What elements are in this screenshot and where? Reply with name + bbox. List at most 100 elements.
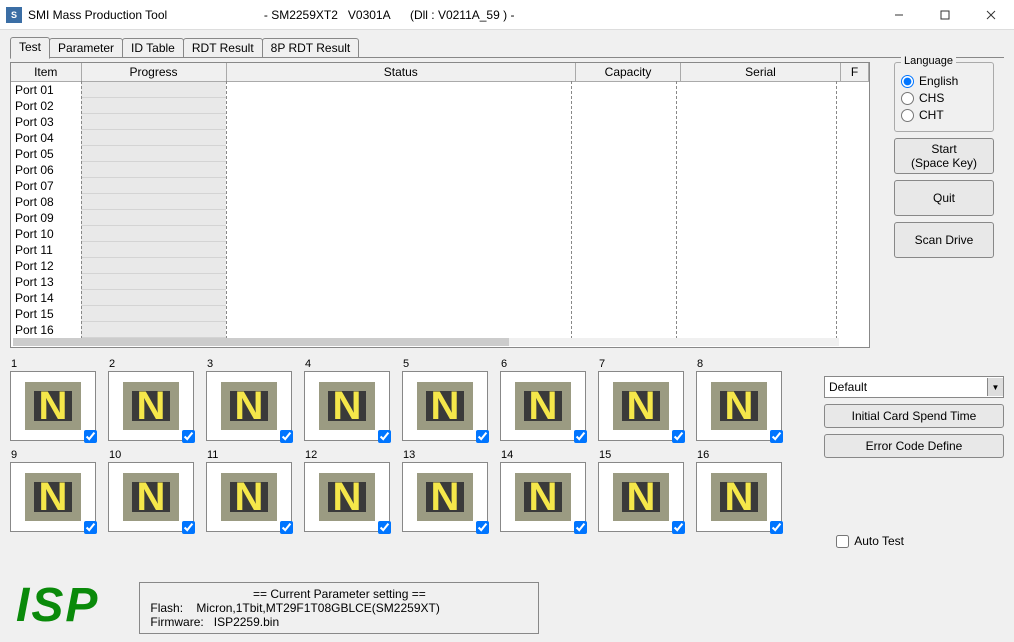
start-button[interactable]: Start (Space Key) bbox=[894, 138, 994, 174]
parameter-box: == Current Parameter setting == Flash: M… bbox=[139, 582, 539, 634]
table-row[interactable]: Port 06 bbox=[11, 162, 869, 178]
port-body[interactable]: N bbox=[696, 371, 782, 441]
port-enable-checkbox[interactable] bbox=[182, 430, 195, 443]
port-body[interactable]: N bbox=[402, 462, 488, 532]
language-label: Language bbox=[901, 55, 956, 67]
cell-f bbox=[841, 322, 869, 338]
close-button[interactable] bbox=[968, 0, 1014, 30]
auto-test-checkbox[interactable] bbox=[836, 535, 849, 548]
tab-parameter[interactable]: Parameter bbox=[49, 38, 123, 58]
tab-test[interactable]: Test bbox=[10, 37, 50, 59]
port-enable-checkbox[interactable] bbox=[84, 521, 97, 534]
table-row[interactable]: Port 07 bbox=[11, 178, 869, 194]
lang-radio-english[interactable] bbox=[901, 75, 914, 88]
port-enable-checkbox[interactable] bbox=[378, 521, 391, 534]
port-body[interactable]: N bbox=[108, 462, 194, 532]
scan-drive-button[interactable]: Scan Drive bbox=[894, 222, 994, 258]
table-row[interactable]: Port 10 bbox=[11, 226, 869, 242]
initial-card-button[interactable]: Initial Card Spend Time bbox=[824, 404, 1004, 428]
table-row[interactable]: Port 02 bbox=[11, 98, 869, 114]
port-body[interactable]: N bbox=[402, 371, 488, 441]
port-enable-checkbox[interactable] bbox=[574, 430, 587, 443]
port-enable-checkbox[interactable] bbox=[280, 430, 293, 443]
port-body[interactable]: N bbox=[10, 462, 96, 532]
error-code-button[interactable]: Error Code Define bbox=[824, 434, 1004, 458]
table-row[interactable]: Port 01 bbox=[11, 82, 869, 98]
port-enable-checkbox[interactable] bbox=[182, 521, 195, 534]
port-enable-checkbox[interactable] bbox=[770, 430, 783, 443]
table-row[interactable]: Port 15 bbox=[11, 306, 869, 322]
port-number: 1 bbox=[10, 358, 96, 370]
port-enable-checkbox[interactable] bbox=[770, 521, 783, 534]
cell-serial bbox=[681, 130, 841, 146]
port-slot-4: 4N bbox=[304, 358, 390, 441]
n-icon: N bbox=[613, 382, 669, 430]
table-row[interactable]: Port 09 bbox=[11, 210, 869, 226]
table-row[interactable]: Port 12 bbox=[11, 258, 869, 274]
cell-serial bbox=[681, 322, 841, 338]
port-enable-checkbox[interactable] bbox=[378, 430, 391, 443]
port-number: 2 bbox=[108, 358, 194, 370]
table-row[interactable]: Port 13 bbox=[11, 274, 869, 290]
table-row[interactable]: Port 05 bbox=[11, 146, 869, 162]
col-f[interactable]: F bbox=[841, 63, 869, 82]
port-body[interactable]: N bbox=[500, 371, 586, 441]
col-serial[interactable]: Serial bbox=[681, 63, 841, 82]
lang-radio-chs[interactable] bbox=[901, 92, 914, 105]
col-capacity[interactable]: Capacity bbox=[576, 63, 681, 82]
port-body[interactable]: N bbox=[206, 462, 292, 532]
cell-f bbox=[841, 178, 869, 194]
cell-item: Port 12 bbox=[11, 258, 81, 274]
table-row[interactable]: Port 11 bbox=[11, 242, 869, 258]
port-body[interactable]: N bbox=[696, 462, 782, 532]
port-enable-checkbox[interactable] bbox=[84, 430, 97, 443]
port-enable-checkbox[interactable] bbox=[574, 521, 587, 534]
table-row[interactable]: Port 08 bbox=[11, 194, 869, 210]
port-body[interactable]: N bbox=[500, 462, 586, 532]
minimize-button[interactable] bbox=[876, 0, 922, 30]
port-slot-2: 2N bbox=[108, 358, 194, 441]
col-progress[interactable]: Progress bbox=[81, 63, 226, 82]
quit-button[interactable]: Quit bbox=[894, 180, 994, 216]
port-number: 3 bbox=[206, 358, 292, 370]
cell-f bbox=[841, 226, 869, 242]
table-row[interactable]: Port 03 bbox=[11, 114, 869, 130]
cell-f bbox=[841, 162, 869, 178]
port-enable-checkbox[interactable] bbox=[672, 521, 685, 534]
port-enable-checkbox[interactable] bbox=[280, 521, 293, 534]
table-row[interactable]: Port 04 bbox=[11, 130, 869, 146]
cell-capacity bbox=[576, 98, 681, 114]
lang-radio-cht[interactable] bbox=[901, 109, 914, 122]
tab-rdt-result[interactable]: RDT Result bbox=[183, 38, 263, 58]
port-body[interactable]: N bbox=[206, 371, 292, 441]
port-slot-10: 10N bbox=[108, 449, 194, 532]
port-body[interactable]: N bbox=[10, 371, 96, 441]
n-icon: N bbox=[711, 473, 767, 521]
port-body[interactable]: N bbox=[598, 371, 684, 441]
port-body[interactable]: N bbox=[598, 462, 684, 532]
isp-logo: ISP bbox=[16, 582, 99, 630]
tab-8p-rdt-result[interactable]: 8P RDT Result bbox=[262, 38, 360, 58]
port-number: 6 bbox=[500, 358, 586, 370]
cell-serial bbox=[681, 306, 841, 322]
h-scroll[interactable] bbox=[13, 338, 839, 346]
port-enable-checkbox[interactable] bbox=[476, 430, 489, 443]
port-number: 8 bbox=[696, 358, 782, 370]
col-status[interactable]: Status bbox=[226, 63, 576, 82]
port-body[interactable]: N bbox=[304, 462, 390, 532]
table-row[interactable]: Port 16 bbox=[11, 322, 869, 338]
port-enable-checkbox[interactable] bbox=[672, 430, 685, 443]
n-icon: N bbox=[25, 473, 81, 521]
cell-serial bbox=[681, 194, 841, 210]
port-body[interactable]: N bbox=[304, 371, 390, 441]
table-row[interactable]: Port 14 bbox=[11, 290, 869, 306]
maximize-button[interactable] bbox=[922, 0, 968, 30]
port-enable-checkbox[interactable] bbox=[476, 521, 489, 534]
col-item[interactable]: Item bbox=[11, 63, 81, 82]
cell-f bbox=[841, 194, 869, 210]
profile-dropdown[interactable]: Default ▼ bbox=[824, 376, 1004, 398]
tab-id-table[interactable]: ID Table bbox=[122, 38, 184, 58]
n-icon: N bbox=[417, 473, 473, 521]
cell-status bbox=[226, 130, 576, 146]
port-body[interactable]: N bbox=[108, 371, 194, 441]
